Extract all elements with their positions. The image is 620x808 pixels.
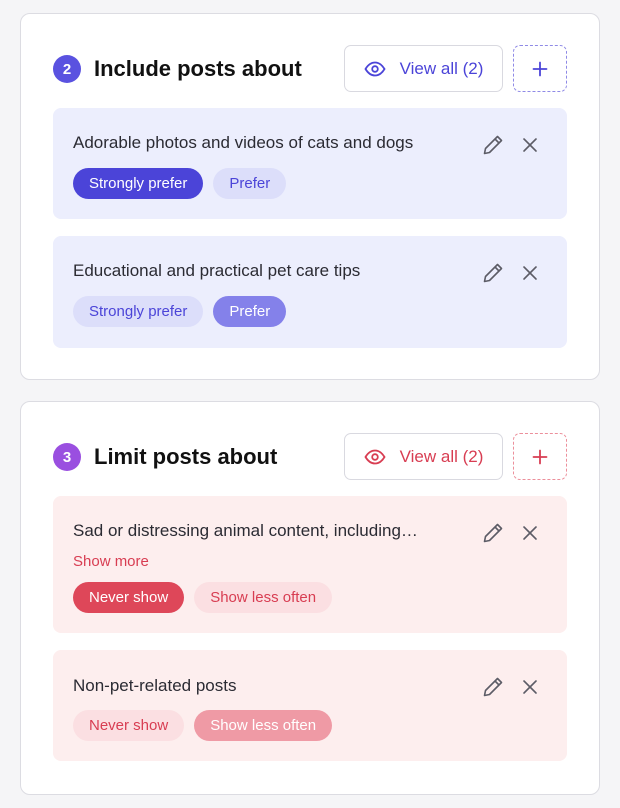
- pencil-icon[interactable]: [481, 521, 505, 545]
- close-icon[interactable]: [519, 522, 541, 544]
- section-title: Include posts about: [94, 56, 302, 81]
- topic-item: Non-pet-related posts Never show Show le…: [53, 650, 567, 761]
- view-all-label: View all (2): [399, 446, 484, 466]
- topic-text: Adorable photos and videos of cats and d…: [73, 133, 414, 152]
- topic-text: Non-pet-related posts: [73, 676, 237, 695]
- chip-show-less-often[interactable]: Show less often: [194, 582, 333, 613]
- add-topic-button[interactable]: [513, 45, 567, 92]
- chip-never-show[interactable]: Never show: [73, 582, 185, 613]
- chip-strongly-prefer[interactable]: Strongly prefer: [73, 168, 204, 199]
- plus-icon: [532, 61, 548, 77]
- step-number-badge: 3: [53, 443, 81, 471]
- show-more-link[interactable]: Show more: [73, 553, 149, 570]
- chip-strongly-prefer[interactable]: Strongly prefer: [73, 296, 204, 327]
- topic-item: Educational and practical pet care tips …: [53, 236, 567, 348]
- topic-text: Sad or distressing animal content, inclu…: [73, 521, 418, 540]
- view-all-button[interactable]: View all (2): [344, 45, 503, 92]
- chip-prefer[interactable]: Prefer: [213, 168, 287, 199]
- pencil-icon[interactable]: [481, 261, 505, 285]
- step-number-badge: 2: [53, 55, 81, 83]
- close-icon[interactable]: [519, 134, 541, 156]
- limit-header: 3 Limit posts about View all (2): [53, 433, 567, 481]
- add-topic-button[interactable]: [513, 433, 567, 480]
- eye-icon: [364, 449, 386, 465]
- limit-posts-card: 3 Limit posts about View all (2) Sad or …: [20, 401, 600, 795]
- pencil-icon[interactable]: [481, 133, 505, 157]
- include-posts-card: 2 Include posts about View all (2) Adora…: [20, 13, 600, 380]
- plus-icon: [532, 449, 548, 465]
- topic-text: Educational and practical pet care tips: [73, 261, 361, 280]
- eye-icon: [364, 61, 386, 77]
- topic-item: Sad or distressing animal content, inclu…: [53, 496, 567, 633]
- topic-item: Adorable photos and videos of cats and d…: [53, 108, 567, 219]
- close-icon[interactable]: [519, 262, 541, 284]
- pencil-icon[interactable]: [481, 675, 505, 699]
- section-title: Limit posts about: [94, 444, 278, 469]
- chip-never-show[interactable]: Never show: [73, 710, 185, 741]
- chip-show-less-often[interactable]: Show less often: [194, 710, 333, 741]
- chip-prefer[interactable]: Prefer: [213, 296, 287, 327]
- view-all-label: View all (2): [399, 58, 484, 78]
- include-header: 2 Include posts about View all (2): [53, 45, 567, 93]
- view-all-button[interactable]: View all (2): [344, 433, 503, 480]
- close-icon[interactable]: [519, 676, 541, 698]
